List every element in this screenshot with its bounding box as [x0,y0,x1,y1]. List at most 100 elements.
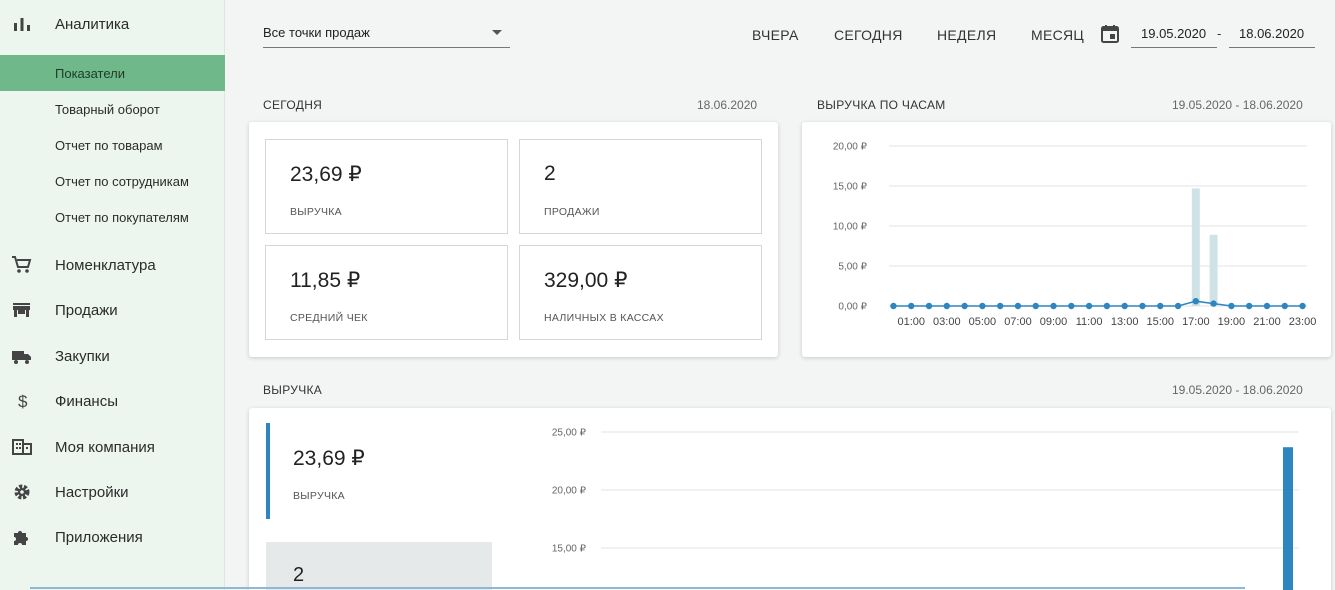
today-card: 23,69 ₽ ВЫРУЧКА 2 ПРОДАЖИ 11,85 ₽ СРЕДНИ… [249,122,778,357]
revenue-card: 23,69 ₽ ВЫРУЧКА 2 15,00 ₽20,00 ₽25,00 ₽ [249,408,1331,590]
svg-text:$: $ [18,392,28,411]
calendar-icon[interactable] [1100,24,1120,44]
truck-icon [12,351,31,364]
date-separator: - [1217,26,1222,41]
sidebar-subitem-customers-report[interactable]: Отчет по покупателям [0,199,225,235]
today-section-title: СЕГОДНЯ [263,98,323,112]
dollar-icon: $ [18,392,28,411]
data-point [1281,302,1288,310]
sidebar-item-analytics[interactable]: Аналитика [0,9,225,39]
y-tick-label: 20,00 ₽ [833,142,868,153]
data-point [1263,302,1271,310]
data-point [1245,302,1253,310]
data-point [979,302,986,310]
outlet-select[interactable]: Все точки продаж [263,18,510,48]
puzzle-icon [14,531,28,545]
x-tick-label: 19:00 [1218,316,1246,328]
bar-chart-icon [14,18,30,31]
revenue-bar [1283,447,1293,590]
today-section-date: 18.06.2020 [697,98,758,112]
kpi-revenue: 23,69 ₽ ВЫРУЧКА [265,139,508,234]
data-point [1157,302,1164,310]
date-from-input[interactable]: 19.05.2020 [1131,18,1217,48]
kpi-sales: 2 ПРОДАЖИ [519,139,762,234]
sidebar-item-purchases[interactable]: Закупки [0,341,225,371]
data-point [1210,300,1217,307]
chevron-down-icon [492,30,502,35]
y-tick-label: 15,00 ₽ [833,182,868,193]
hourly-section-title: ВЫРУЧКА ПО ЧАСАМ [817,98,946,112]
revenue-line [893,300,1303,307]
data-point [1103,302,1111,310]
kpi-value: 11,85 ₽ [290,269,361,292]
y-tick-label: 20,00 ₽ [552,486,587,497]
store-icon [13,303,30,317]
date-to-input[interactable]: 18.06.2020 [1229,18,1315,48]
period-today-button[interactable]: СЕГОДНЯ [834,27,903,43]
sidebar-subitem-indicators[interactable]: Показатели [0,55,225,91]
sidebar-item-my-company[interactable]: Моя компания [0,432,225,462]
data-point [1032,302,1039,310]
x-tick-label: 05:00 [969,316,997,328]
building-icon [12,439,32,455]
hourly-card: 0,00 ₽ 5,00 ₽ 10,00 ₽ 15,00 ₽ 20,00 ₽ 01:00 03… [802,122,1331,357]
revenue-chart: 15,00 ₽ 20,00 ₽ 25,00 ₽ [552,428,1299,590]
x-tick-label: 23:00 [1289,316,1317,328]
period-week-button[interactable]: НЕДЕЛЯ [937,27,996,43]
y-tick-label: 10,00 ₽ [833,222,868,233]
data-point [1228,302,1235,310]
sidebar-subitem-products-report[interactable]: Отчет по товарам [0,127,225,163]
y-tick-label: 15,00 ₽ [552,544,587,555]
data-point [1068,302,1075,310]
x-tick-label: 01:00 [897,316,925,328]
data-point [1299,302,1306,310]
data-point [1121,302,1128,310]
x-tick-label: 17:00 [1182,316,1210,328]
x-tick-label: 11:00 [1076,316,1103,328]
data-point [890,302,897,310]
outlet-select-value: Все точки продаж [263,25,370,40]
revenue-section-date: 19.05.2020 - 18.06.2020 [1172,383,1303,397]
kpi-avg-check: 11,85 ₽ СРЕДНИЙ ЧЕК [265,245,508,340]
y-tick-label: 5,00 ₽ [838,262,867,273]
gear-icon [14,484,30,500]
data-point [961,302,968,310]
kpi-value: 2 [544,162,556,185]
topbar: Все точки продаж ВЧЕРА СЕГОДНЯ НЕДЕЛЯ МЕ… [226,0,1335,72]
data-point [1192,298,1200,305]
x-tick-label: 15:00 [1146,316,1174,328]
x-tick-label: 13:00 [1111,316,1139,328]
kpi-cash-in-registers: 329,00 ₽ НАЛИЧНЫХ В КАССАХ [519,245,762,340]
data-point [1174,302,1182,310]
hourly-section-date: 19.05.2020 - 18.06.2020 [1172,98,1303,112]
sidebar-item-label: Аналитика [55,16,130,33]
revenue-bar [1209,234,1218,306]
revenue-section-title: ВЫРУЧКА [263,383,323,397]
sidebar-subitem-turnover[interactable]: Товарный оборот [0,91,225,127]
cart-icon [12,256,32,273]
sidebar-item-apps[interactable]: Приложения [0,522,225,552]
period-month-button[interactable]: МЕСЯЦ [1031,27,1084,43]
sidebar-item-settings[interactable]: Настройки [0,477,225,507]
x-tick-label: 07:00 [1004,316,1032,328]
data-point [996,302,1004,310]
sidebar-item-nomenclature[interactable]: Номенклатура [0,250,225,280]
data-point [1050,302,1057,310]
data-point [925,302,933,310]
kpi-label: СРЕДНИЙ ЧЕК [290,312,368,324]
data-point [943,302,951,310]
kpi-value: 23,69 ₽ [290,163,362,186]
kpi-label: ВЫРУЧКА [290,206,342,218]
kpi-label: НАЛИЧНЫХ В КАССАХ [544,312,664,324]
revenue-bar [1191,188,1200,306]
sidebar-subitem-employees-report[interactable]: Отчет по сотрудникам [0,163,225,199]
x-tick-label: 09:00 [1040,316,1068,328]
sidebar-item-finance[interactable]: $ Финансы [0,386,225,416]
sidebar-item-sales[interactable]: Продажи [0,295,225,325]
x-tick-label: 03:00 [933,316,961,328]
y-tick-label: 25,00 ₽ [552,428,587,439]
data-point [1139,302,1146,310]
data-point [908,302,915,310]
data-point [1085,302,1093,310]
period-yesterday-button[interactable]: ВЧЕРА [752,27,799,43]
